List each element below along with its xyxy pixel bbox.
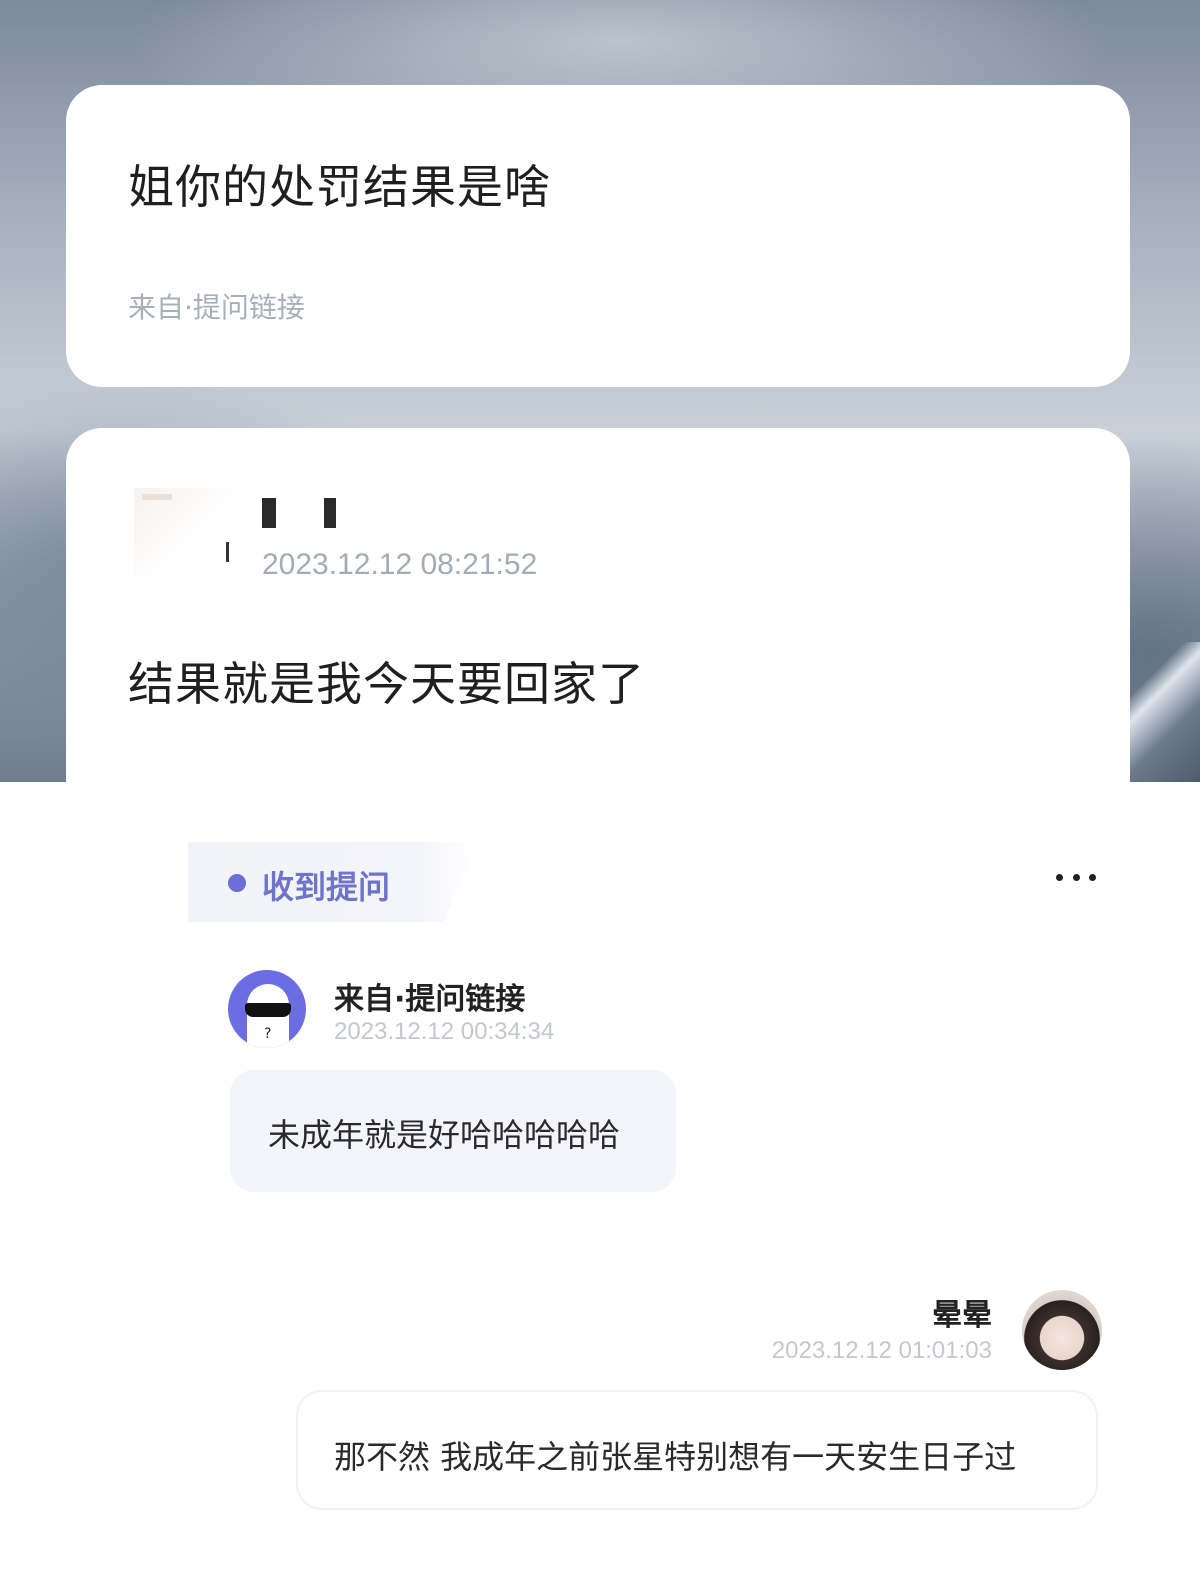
top-screenshot: 姐你的处罚结果是啥 来自·提问链接 2023.12.12 08:21:52 结果… xyxy=(0,0,1200,782)
more-horizontal-icon[interactable] xyxy=(1056,870,1096,884)
reply-message-text: 那不然 我成年之前张星特别想有一天安生日子过 xyxy=(334,1438,1017,1476)
received-question-tag: 收到提问 xyxy=(188,842,478,922)
received-question-label: 收到提问 xyxy=(262,868,391,906)
sunglasses-icon xyxy=(245,1003,291,1017)
bottom-screenshot: 收到提问 ? 来自·提问链接 2023.12.12 00:34:34 未成年就是… xyxy=(0,782,1200,1583)
asker-name: 来自·提问链接 xyxy=(334,982,526,1017)
question-source[interactable]: 来自·提问链接 xyxy=(128,286,305,326)
reply-timestamp: 2023.12.12 01:01:03 xyxy=(771,1337,992,1364)
answer-card: 2023.12.12 08:21:52 结果就是我今天要回家了 xyxy=(66,428,1130,782)
status-dot-icon xyxy=(228,874,246,892)
asker-avatar[interactable]: ? xyxy=(228,970,306,1048)
reply-avatar[interactable] xyxy=(1022,1290,1102,1370)
question-card: 姐你的处罚结果是啥 来自·提问链接 xyxy=(66,85,1130,387)
asker-message-bubble: 未成年就是好哈哈哈哈哈 xyxy=(230,1070,676,1192)
reply-message-bubble: 那不然 我成年之前张星特别想有一天安生日子过 xyxy=(296,1390,1098,1510)
asker-message-text: 未成年就是好哈哈哈哈哈 xyxy=(268,1116,621,1154)
answer-username-redacted xyxy=(262,494,352,534)
answer-avatar-redacted[interactable] xyxy=(134,488,244,576)
answer-text: 结果就是我今天要回家了 xyxy=(128,657,645,711)
question-text: 姐你的处罚结果是啥 xyxy=(128,160,551,214)
reply-username: 晕晕 xyxy=(932,1298,992,1333)
answer-timestamp: 2023.12.12 08:21:52 xyxy=(262,548,538,581)
asker-timestamp: 2023.12.12 00:34:34 xyxy=(334,1018,555,1045)
